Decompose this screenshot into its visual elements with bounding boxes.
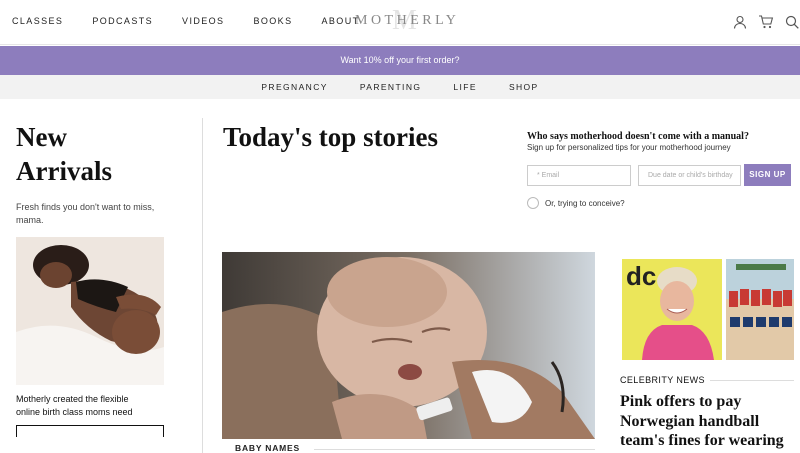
nav-links: CLASSES PODCASTS VIDEOS BOOKS ABOUT	[12, 16, 389, 26]
nav-link-books[interactable]: BOOKS	[253, 16, 292, 26]
conceive-radio-option[interactable]: Or, trying to conceive?	[527, 197, 625, 209]
search-icon[interactable]	[784, 14, 800, 30]
new-arrivals-section: New Arrivals Fresh finds you don't want …	[16, 120, 166, 437]
promo-banner[interactable]: Want 10% off your first order?	[0, 46, 800, 75]
newsletter-subtitle: Sign up for personalized tips for your m…	[527, 143, 731, 152]
cart-icon[interactable]	[758, 14, 774, 30]
logo-text: MOTHERLY	[355, 13, 460, 28]
tag-divider	[314, 449, 595, 450]
nav-link-about[interactable]: ABOUT	[321, 16, 359, 26]
category-navigation: PREGNANCY PARENTING LIFE SHOP	[0, 75, 800, 99]
pink-celebrity-photo[interactable]: dc	[622, 259, 722, 360]
celebrity-news-tag[interactable]: CELEBRITY NEWS	[620, 375, 705, 385]
user-icon[interactable]	[732, 14, 748, 30]
shop-button[interactable]	[16, 425, 164, 437]
top-navigation: CLASSES PODCASTS VIDEOS BOOKS ABOUT M MO…	[0, 0, 800, 45]
celebrity-tag-divider	[710, 380, 794, 381]
pregnant-woman-photo[interactable]	[16, 237, 164, 385]
email-field[interactable]: * Email	[527, 165, 631, 186]
signup-button[interactable]: SIGN UP	[744, 164, 791, 186]
handball-team-photo[interactable]	[726, 259, 794, 360]
hero-tag-row: BABY NAMES	[222, 440, 595, 453]
baby-hero-photo[interactable]	[222, 252, 595, 439]
subnav-shop[interactable]: SHOP	[509, 82, 539, 92]
column-divider	[202, 118, 203, 453]
site-logo[interactable]: MOTHERLY	[355, 13, 459, 29]
top-stories-title: Today's top stories	[223, 122, 439, 152]
conceive-radio[interactable]	[527, 197, 539, 209]
new-arrivals-title: New Arrivals	[16, 122, 112, 186]
nav-link-classes[interactable]: CLASSES	[12, 16, 63, 26]
pink-article-headline[interactable]: Pink offers to pay Norwegian handball te…	[620, 392, 800, 451]
due-date-field[interactable]: Due date or child's birthday	[638, 165, 741, 186]
nav-icons	[732, 14, 800, 30]
subnav-parenting[interactable]: PARENTING	[360, 82, 422, 92]
new-arrivals-subtitle: Fresh finds you don't want to miss, mama…	[16, 202, 155, 225]
nav-link-podcasts[interactable]: PODCASTS	[92, 16, 153, 26]
subnav-life[interactable]: LIFE	[453, 82, 477, 92]
nav-link-videos[interactable]: VIDEOS	[182, 16, 224, 26]
baby-names-tag[interactable]: BABY NAMES	[235, 443, 300, 453]
conceive-radio-label: Or, trying to conceive?	[545, 198, 625, 208]
newsletter-title: Who says motherhood doesn't come with a …	[527, 131, 749, 142]
dc-logo-text: dc	[626, 261, 656, 291]
subnav-pregnancy[interactable]: PREGNANCY	[261, 82, 327, 92]
birth-class-caption[interactable]: Motherly created the flexible online bir…	[16, 393, 146, 419]
